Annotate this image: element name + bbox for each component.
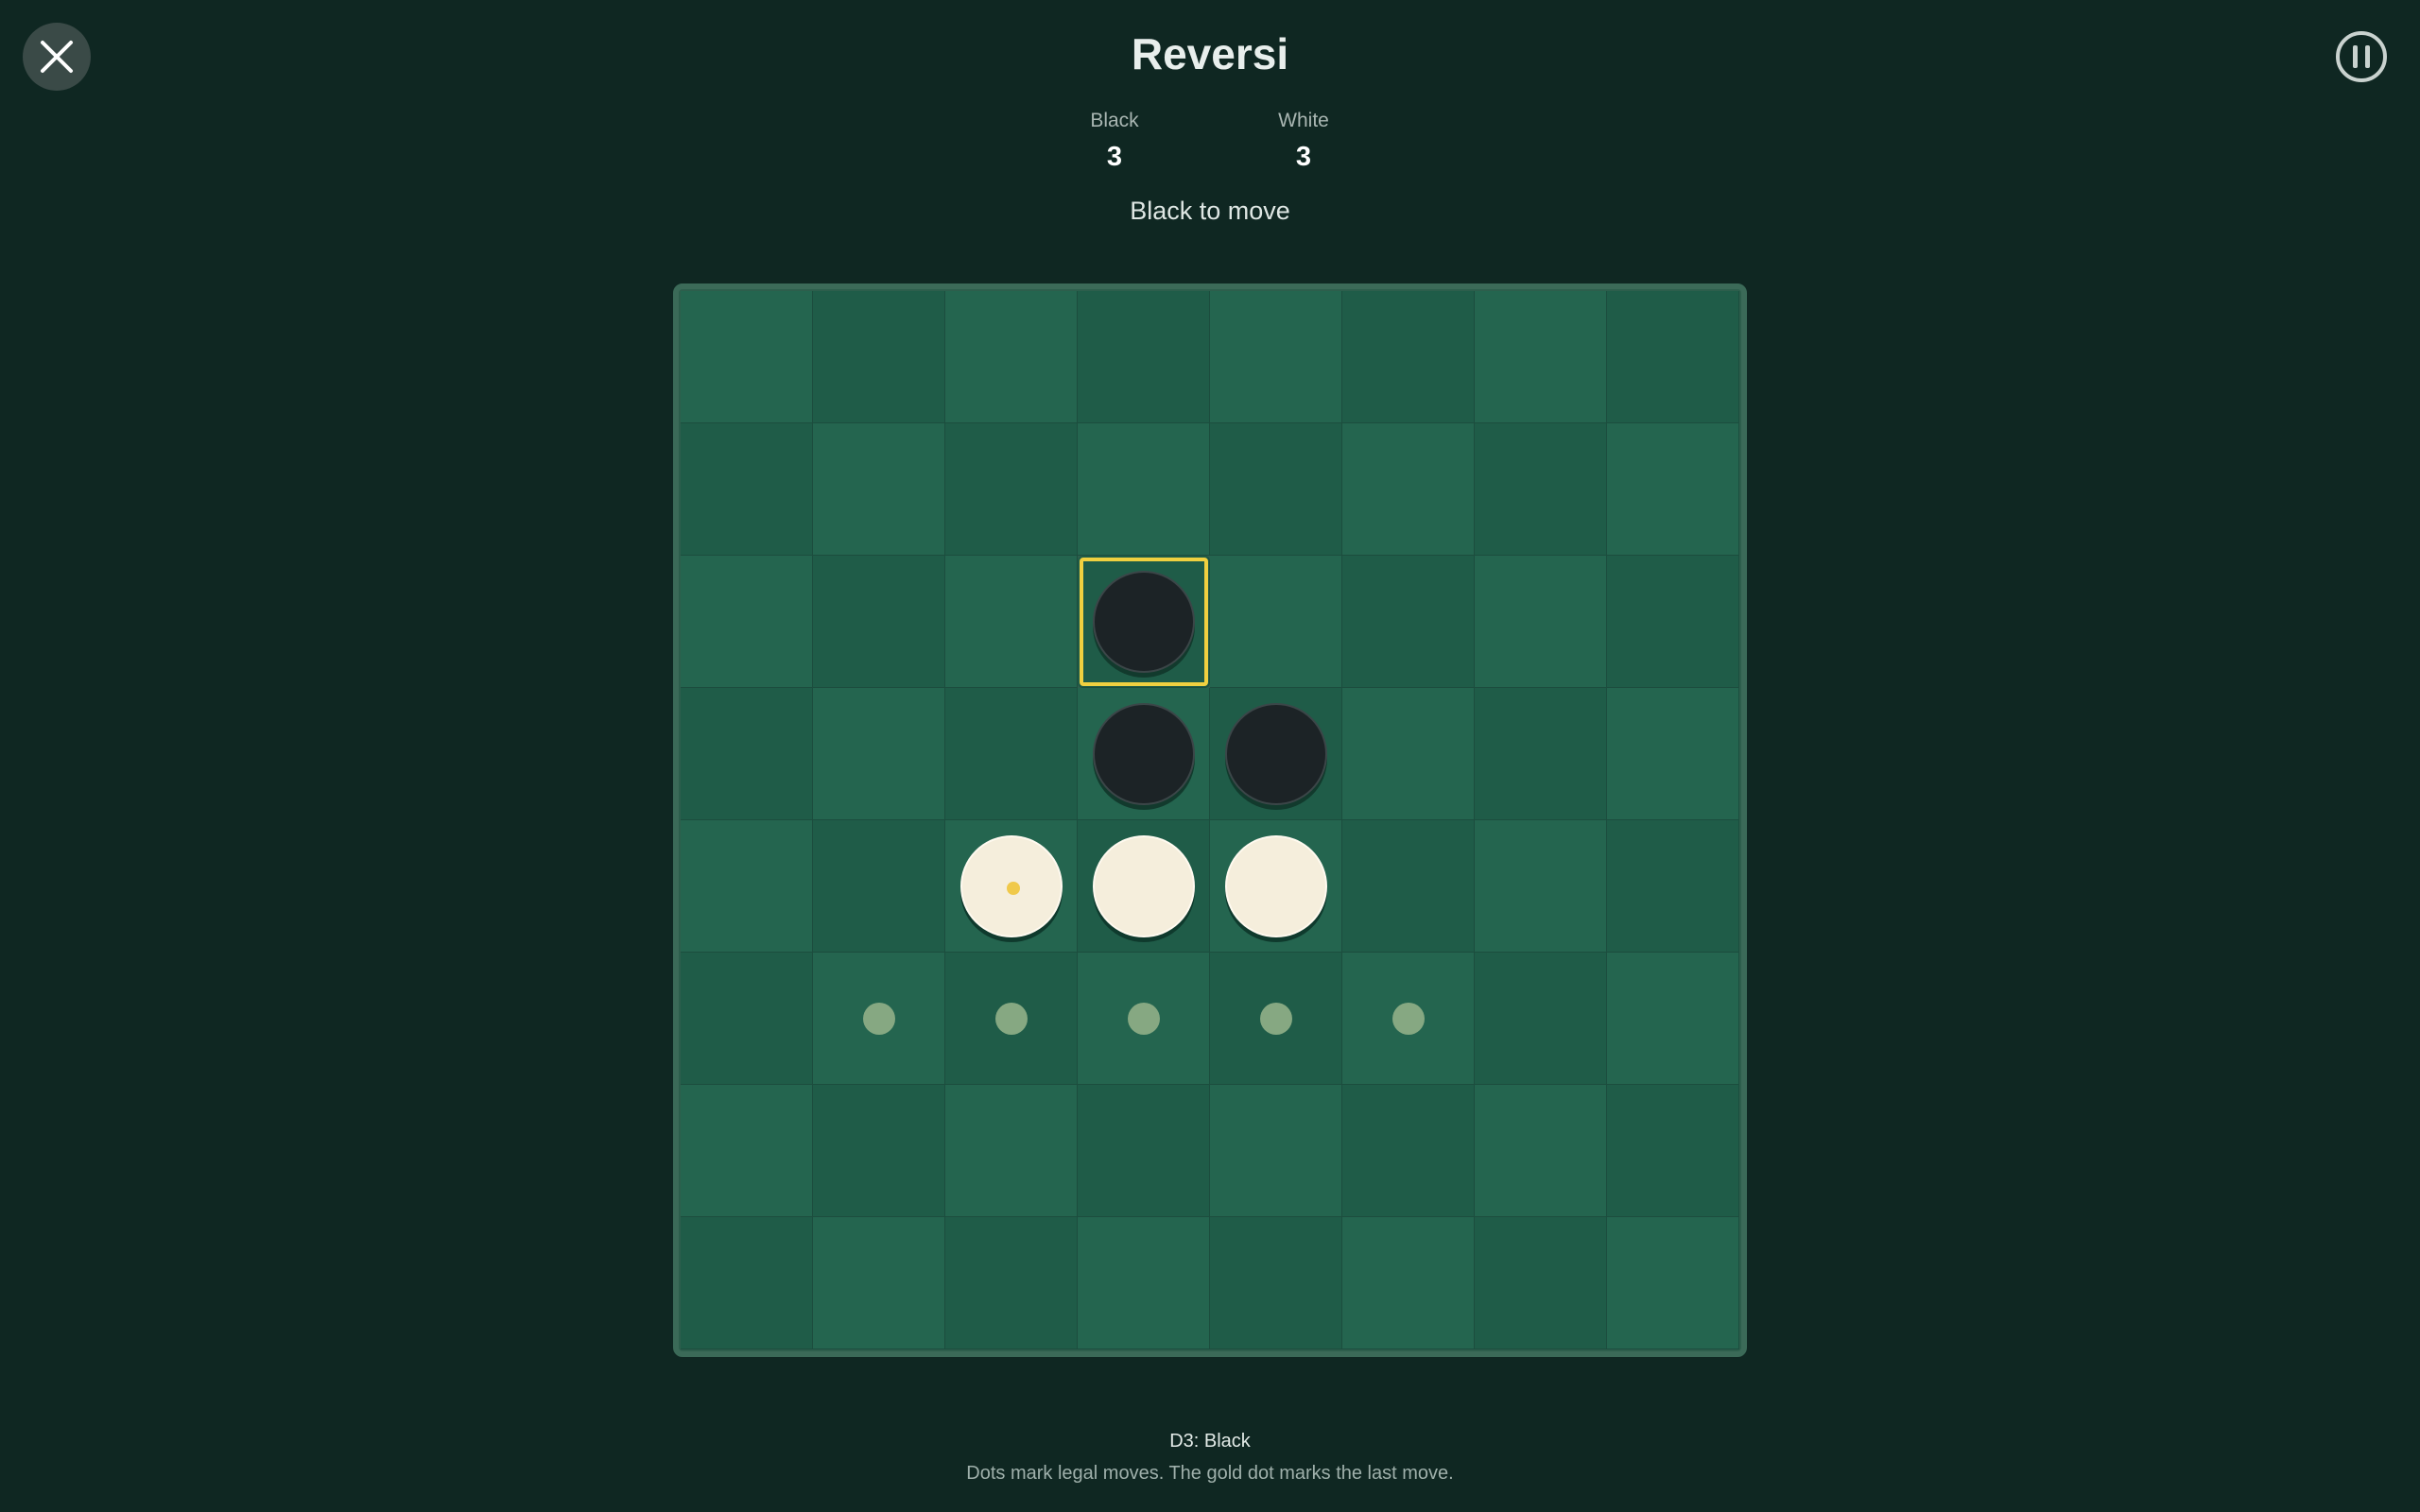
black-disc [1093, 571, 1195, 673]
turn-status: Black to move [1130, 197, 1290, 225]
legal-move-dot [995, 1003, 1028, 1035]
board-cell-b5[interactable] [813, 820, 945, 953]
pause-icon [2336, 31, 2387, 82]
board-cell-g5[interactable] [1475, 820, 1607, 953]
board-cell-c8[interactable] [945, 1217, 1078, 1349]
board-cell-d7[interactable] [1078, 1085, 1210, 1217]
board-cell-a7[interactable] [681, 1085, 813, 1217]
board-cell-e8[interactable] [1210, 1217, 1342, 1349]
board-cell-c1[interactable] [945, 291, 1078, 423]
board-cell-f4[interactable] [1342, 688, 1475, 820]
board-cell-c4[interactable] [945, 688, 1078, 820]
white-score-value: 3 [1295, 142, 1312, 172]
board-cell-a8[interactable] [681, 1217, 813, 1349]
board-cell-c2[interactable] [945, 423, 1078, 556]
pause-button[interactable] [2335, 30, 2388, 83]
board-cell-h2[interactable] [1607, 423, 1739, 556]
board-cell-b7[interactable] [813, 1085, 945, 1217]
legal-move-dot [863, 1003, 895, 1035]
black-disc [1225, 703, 1327, 805]
board-cell-e5[interactable] [1210, 820, 1342, 953]
board-cell-d6[interactable] [1078, 953, 1210, 1085]
last-move-text: D3: Black [1169, 1431, 1251, 1452]
last-move-dot [1007, 882, 1020, 895]
board-cell-f1[interactable] [1342, 291, 1475, 423]
board-cell-b8[interactable] [813, 1217, 945, 1349]
board-cell-g1[interactable] [1475, 291, 1607, 423]
board-cell-g7[interactable] [1475, 1085, 1607, 1217]
board-cell-h8[interactable] [1607, 1217, 1739, 1349]
board-cell-b2[interactable] [813, 423, 945, 556]
board-cell-e3[interactable] [1210, 556, 1342, 688]
board-cell-f7[interactable] [1342, 1085, 1475, 1217]
board-cell-f2[interactable] [1342, 423, 1475, 556]
board-cell-c6[interactable] [945, 953, 1078, 1085]
board-cell-d2[interactable] [1078, 423, 1210, 556]
board-cell-f5[interactable] [1342, 820, 1475, 953]
game-title: Reversi [1131, 29, 1289, 78]
board-cell-b6[interactable] [813, 953, 945, 1085]
board-cell-b1[interactable] [813, 291, 945, 423]
board-cell-d8[interactable] [1078, 1217, 1210, 1349]
game-board [681, 291, 1739, 1349]
board-cell-h4[interactable] [1607, 688, 1739, 820]
white-disc [1225, 835, 1327, 937]
board-cell-a3[interactable] [681, 556, 813, 688]
board-cell-h6[interactable] [1607, 953, 1739, 1085]
board-cell-e6[interactable] [1210, 953, 1342, 1085]
help-text: Dots mark legal moves. The gold dot mark… [966, 1463, 1454, 1484]
white-disc [1093, 835, 1195, 937]
board-cell-h7[interactable] [1607, 1085, 1739, 1217]
board-cell-e4[interactable] [1210, 688, 1342, 820]
board-cell-e7[interactable] [1210, 1085, 1342, 1217]
board-cell-a6[interactable] [681, 953, 813, 1085]
board-cell-d5[interactable] [1078, 820, 1210, 953]
legal-move-dot [1260, 1003, 1292, 1035]
board-cell-a5[interactable] [681, 820, 813, 953]
board-cell-c5[interactable] [945, 820, 1078, 953]
board-cell-b4[interactable] [813, 688, 945, 820]
board-cell-f8[interactable] [1342, 1217, 1475, 1349]
legal-move-dot [1392, 1003, 1425, 1035]
board-cell-e2[interactable] [1210, 423, 1342, 556]
white-score-label: White [1278, 110, 1329, 131]
board-cell-a4[interactable] [681, 688, 813, 820]
board-cell-g2[interactable] [1475, 423, 1607, 556]
board-cell-d1[interactable] [1078, 291, 1210, 423]
black-disc [1093, 703, 1195, 805]
board-cell-a2[interactable] [681, 423, 813, 556]
board-cell-g6[interactable] [1475, 953, 1607, 1085]
board-cell-g8[interactable] [1475, 1217, 1607, 1349]
board-cell-c3[interactable] [945, 556, 1078, 688]
board-cell-g4[interactable] [1475, 688, 1607, 820]
board-cell-d3[interactable] [1078, 556, 1210, 688]
white-score: White 3 [1209, 110, 1398, 173]
board-cell-d4[interactable] [1078, 688, 1210, 820]
board-cell-h3[interactable] [1607, 556, 1739, 688]
white-disc [960, 835, 1063, 937]
board-cell-h5[interactable] [1607, 820, 1739, 953]
board-cell-c7[interactable] [945, 1085, 1078, 1217]
board-cell-e1[interactable] [1210, 291, 1342, 423]
board-cell-f3[interactable] [1342, 556, 1475, 688]
board-cell-a1[interactable] [681, 291, 813, 423]
board-cell-g3[interactable] [1475, 556, 1607, 688]
board-cell-f6[interactable] [1342, 953, 1475, 1085]
black-score-label: Black [1090, 110, 1139, 131]
black-score-value: 3 [1106, 142, 1123, 172]
black-score: Black 3 [1020, 110, 1209, 173]
board-cell-b3[interactable] [813, 556, 945, 688]
board-cell-h1[interactable] [1607, 291, 1739, 423]
legal-move-dot [1128, 1003, 1160, 1035]
